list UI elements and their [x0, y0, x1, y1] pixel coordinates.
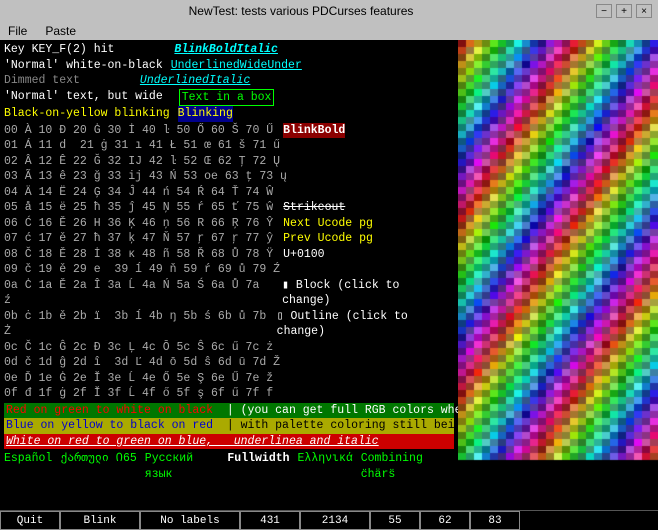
status-83: 83: [470, 511, 520, 530]
outline-display[interactable]: ▯ Outline (click to change): [277, 309, 454, 340]
char-row-0c: 0c Č 1c Ĝ 2c Ð 3c Ļ 4c Ō 5c Ŝ 6c ű 7c ż: [4, 340, 454, 356]
menu-bar: File Paste: [0, 22, 658, 40]
status-bar: Quit Blink No labels 431 2134 55 62 83: [0, 510, 658, 530]
line-normal: 'Normal' white-on-black UnderlinedWideUn…: [4, 58, 454, 74]
strikeout-label: Strikeout: [283, 200, 345, 216]
close-button[interactable]: ×: [636, 4, 652, 18]
russian-label: Русский язык: [145, 451, 220, 482]
bar-white-red: White on red to green on blue, underline…: [4, 434, 454, 450]
blinking-label: Blinking: [178, 106, 233, 122]
maximize-button[interactable]: +: [616, 4, 632, 18]
char-row-0a: 0a Ċ 1a Ě 2a Î 3a Ĺ 4a Ń 5a Ś 6a Ů 7a ź …: [4, 278, 454, 309]
normal-wide-text: 'Normal' text, but wide: [4, 89, 163, 107]
ucode-display: U+0100: [283, 247, 324, 263]
combining-label: Combining c̈härs̈: [361, 451, 454, 482]
key-hit-text: Key KEY_F(2) hit: [4, 42, 114, 58]
left-panel: Key KEY_F(2) hit BlinkBoldItalic 'Normal…: [0, 40, 458, 510]
char-row-0f: 0f đ 1f ġ 2f Ĭ 3f Ĺ 4f ő 5f ş 6f ű 7f f: [4, 386, 454, 402]
prev-ucode[interactable]: Prev Ucode pg: [283, 231, 373, 247]
char-row-06: 06 Ć 16 Ě 26 H 36 Ķ 46 ņ 56 R 66 Ŗ 76 Ŷ …: [4, 216, 454, 232]
char-row-08: 08 Č 18 Ě 28 İ 38 ĸ 48 ñ 58 Ř 68 Ů 78 Ÿ …: [4, 247, 454, 263]
line-key-hit: Key KEY_F(2) hit BlinkBoldItalic: [4, 42, 454, 58]
title-bar-title: NewTest: tests various PDCurses features: [6, 4, 596, 18]
text-in-box: Text in a box: [179, 89, 275, 107]
status-55: 55: [370, 511, 420, 530]
char-row-07: 07 ć 17 ě 27 ħ 37 ķ 47 Ň 57 ŗ 67 ŗ 77 ŷ …: [4, 231, 454, 247]
right-panel: [458, 40, 658, 510]
status-2134: 2134: [300, 511, 370, 530]
char-row-00: 00 À 10 Ð 20 Ġ 30 İ 40 ŀ 50 Ő 60 Š 70 Ű …: [4, 123, 454, 139]
char-row-09: 09 č 19 ě 29 e 39 ĺ 49 ň 59 ŕ 69 ů 79 Ź: [4, 262, 454, 278]
underlined-italic: UnderlinedItalic: [140, 73, 250, 89]
char-row-01: 01 Á 11 d 21 ġ 31 ı 41 Ł 51 œ 61 š 71 ű: [4, 138, 454, 154]
next-ucode[interactable]: Next Ucode pg: [283, 216, 373, 232]
title-bar: NewTest: tests various PDCurses features…: [0, 0, 658, 22]
menu-item-file[interactable]: File: [4, 24, 31, 38]
char-table: 00 À 10 Ð 20 Ġ 30 İ 40 ŀ 50 Ő 60 Š 70 Ű …: [4, 123, 454, 402]
normal-text: 'Normal' white-on-black: [4, 58, 163, 74]
main-content: Key KEY_F(2) hit BlinkBoldItalic 'Normal…: [0, 40, 658, 510]
espanol-label: Español: [4, 451, 52, 482]
language-row: Español ქართული Ი65 Русский язык Fullwid…: [4, 451, 454, 482]
bar-blue-yellow: Blue on yellow to black on red | with pa…: [4, 418, 454, 434]
fullwidth-label: Fullwidth: [227, 451, 289, 482]
char-row-05: 05 å 15 ë 25 ħ 35 ĵ 45 Ņ 55 ŕ 65 ť 75 ŵ …: [4, 200, 454, 216]
line-blink-yellow: Black-on-yellow blinking Blinking: [4, 106, 454, 122]
blinkbold-label: BlinkBold: [283, 123, 345, 139]
status-62: 62: [420, 511, 470, 530]
georgian-label: ქართული Ი65: [60, 451, 136, 482]
line-dimmed: Dimmed text UnderlinedItalic: [4, 73, 454, 89]
char-row-0b: 0b ċ 1b ě 2b ï 3b ĺ 4b ŋ 5b ś 6b ů 7b Ż …: [4, 309, 454, 340]
line-normal-wide: 'Normal' text, but wide Text in a box: [4, 89, 454, 107]
status-quit[interactable]: Quit: [0, 511, 60, 530]
status-431: 431: [240, 511, 300, 530]
char-row-04: 04 Ä 14 Ë 24 Ģ 34 Ĵ 44 ń 54 Ŕ 64 Ť 74 Ŵ: [4, 185, 454, 201]
char-row-0d: 0d č 1d ĝ 2d î 3d Ľ 4d ō 5d ŝ 6d ū 7d Ž: [4, 355, 454, 371]
dimmed-text: Dimmed text: [4, 73, 80, 89]
underlined-wide: UnderlinedWideUnder: [171, 58, 302, 74]
char-row-02: 02 Â 12 Ê 22 Ğ 32 IJ 42 ŀ 52 Œ 62 Ţ 72 Ų: [4, 154, 454, 170]
bar-red-green: Red on green to white on black | (you ca…: [4, 403, 454, 419]
minimize-button[interactable]: −: [596, 4, 612, 18]
char-row-03: 03 Ã 13 ê 23 ğ 33 ij 43 Ń 53 oe 63 ţ 73 …: [4, 169, 454, 185]
char-row-0e: 0e Ď 1e Ġ 2e Ĭ 3e Ĺ 4e Ő 5e Ş 6e Ű 7e ž: [4, 371, 454, 387]
greek-label: Ελληνικά: [298, 451, 353, 482]
status-blink[interactable]: Blink: [60, 511, 140, 530]
status-no-labels[interactable]: No labels: [140, 511, 240, 530]
color-grid-canvas: [458, 40, 658, 510]
title-bar-controls: − + ×: [596, 4, 652, 18]
menu-item-paste[interactable]: Paste: [41, 24, 80, 38]
block-display[interactable]: ▮ Block (click to change): [282, 278, 454, 309]
blink-bold-italic: BlinkBoldItalic: [174, 42, 278, 58]
black-on-yellow: Black-on-yellow blinking: [4, 106, 170, 122]
